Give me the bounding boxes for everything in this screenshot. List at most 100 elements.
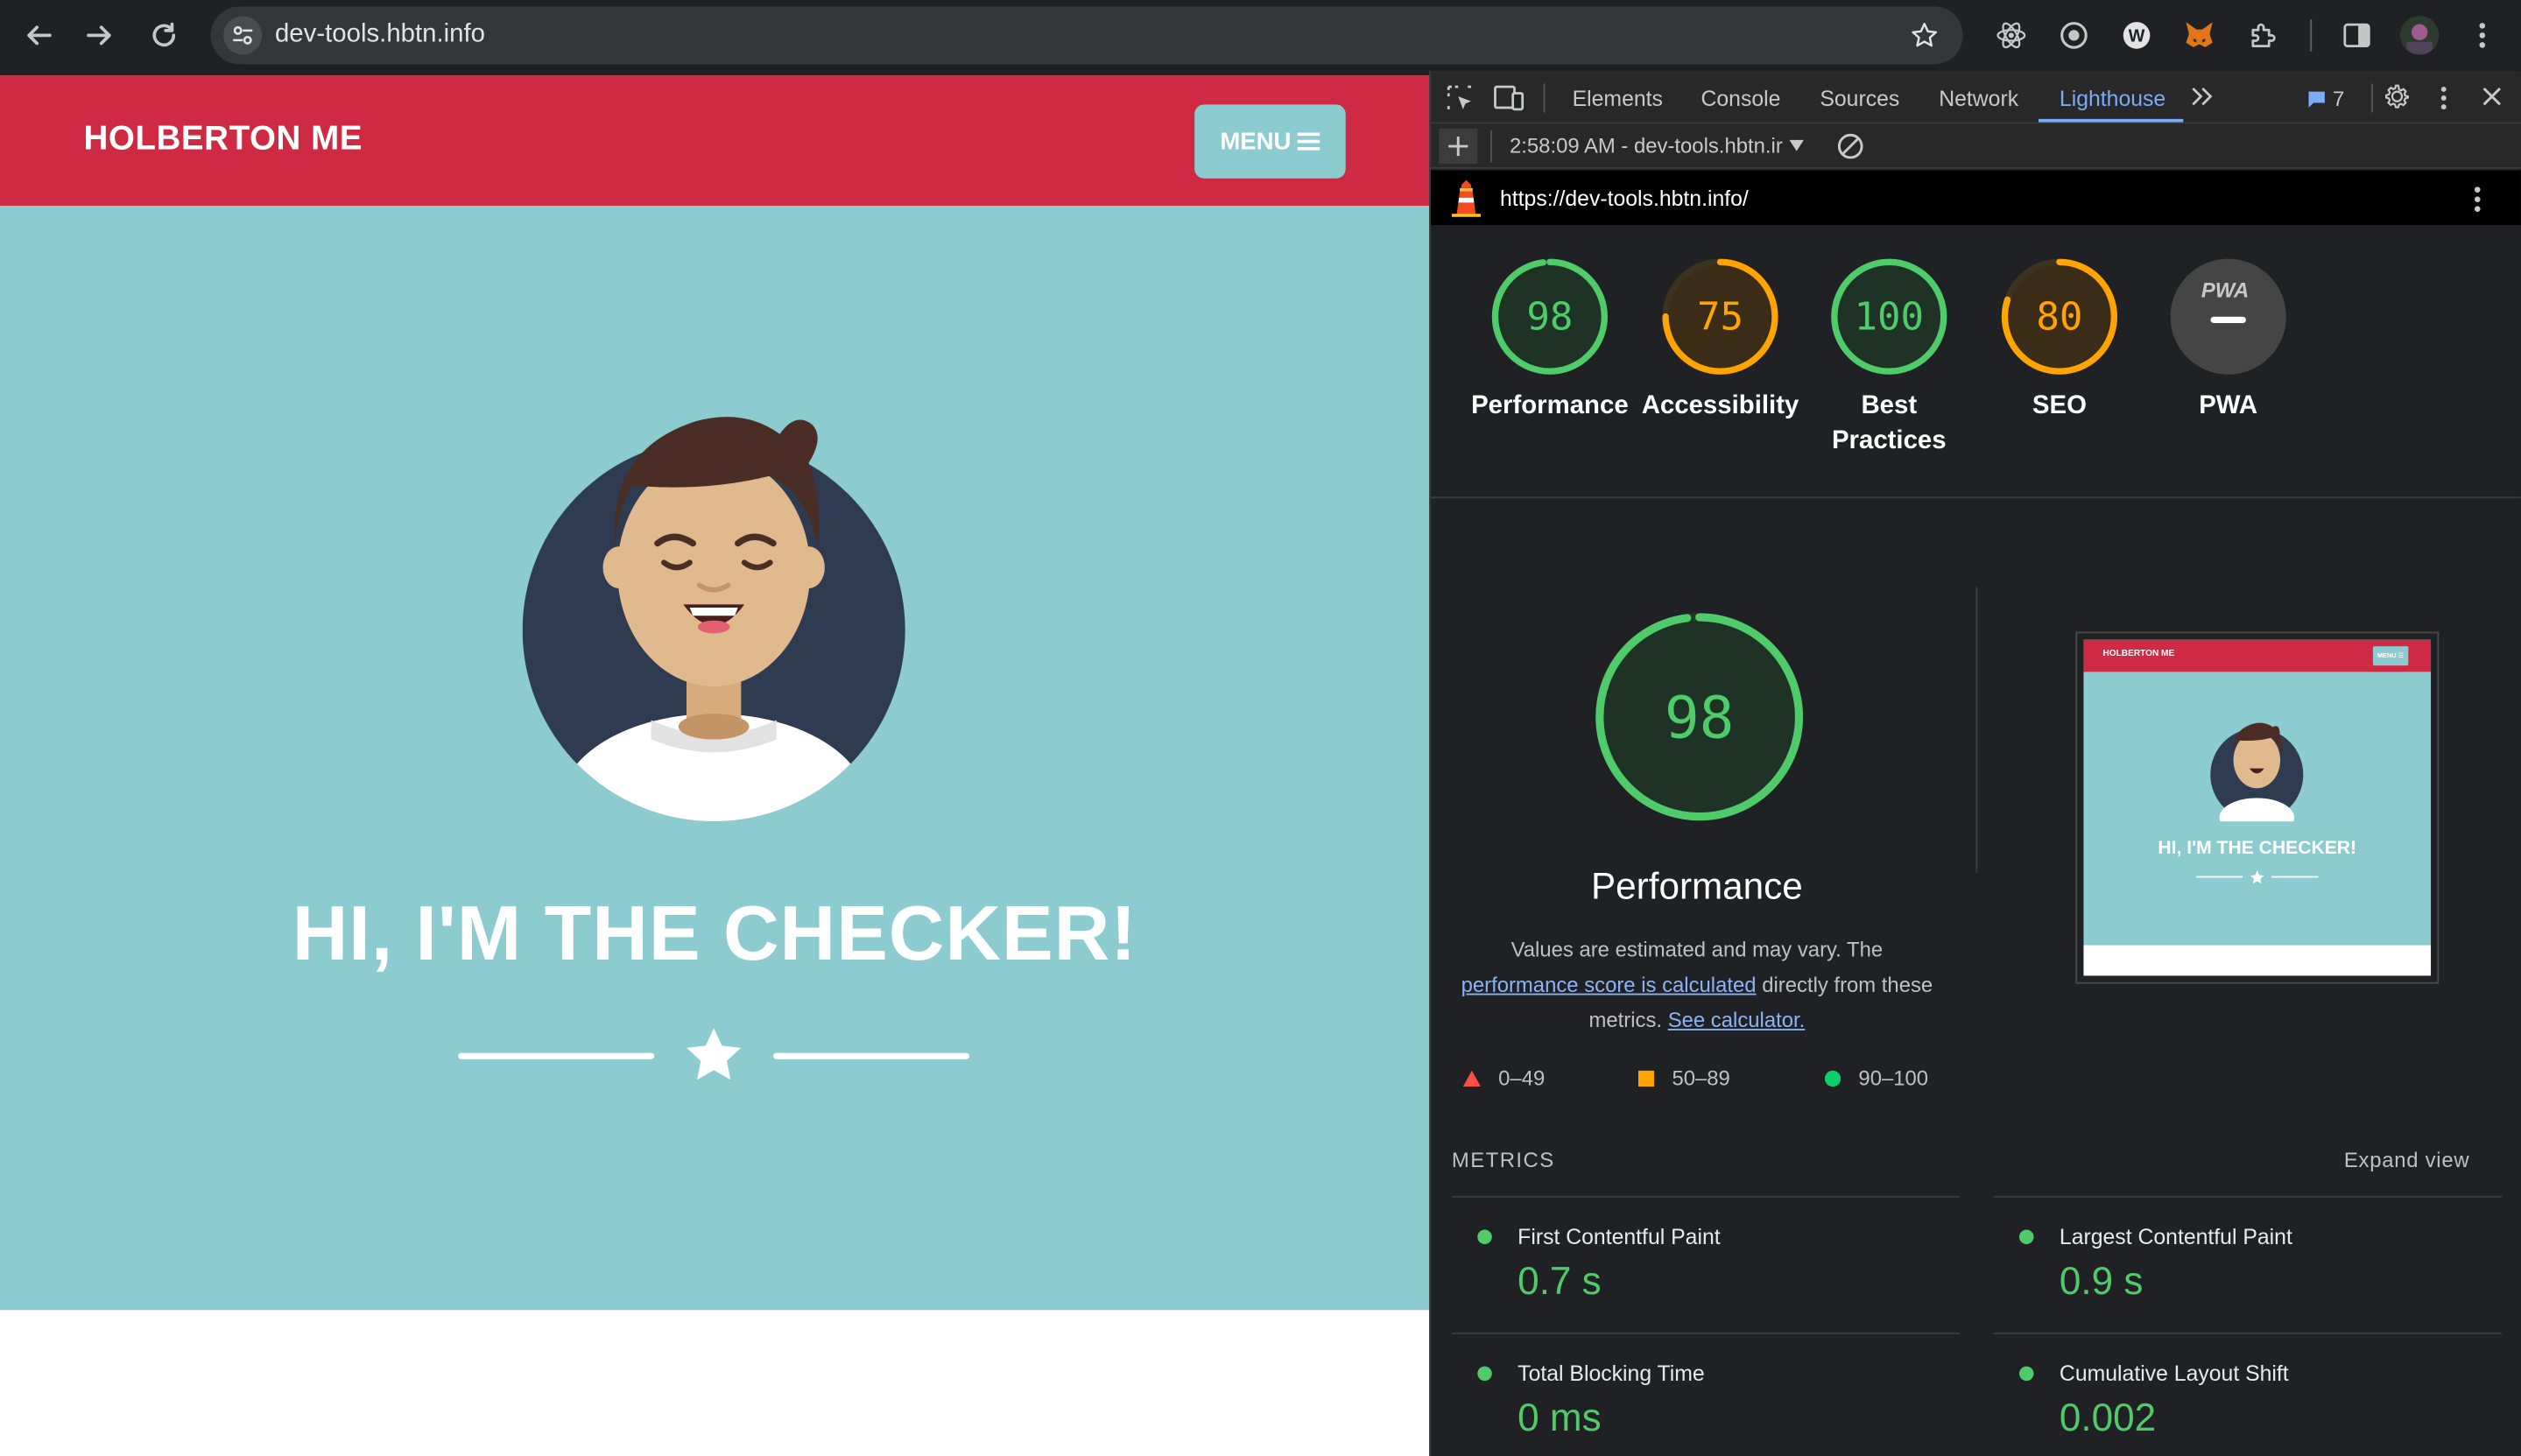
browser-toolbar: dev-tools.hbtn.info W xyxy=(0,0,2521,71)
square-icon xyxy=(1637,1069,1655,1087)
legend-pass: 90–100 xyxy=(1824,1066,1929,1090)
devtools-more-icon[interactable] xyxy=(2439,85,2448,119)
lighthouse-report: 98 Performance 75 Accessibility 100 Best Prac… xyxy=(1431,225,2521,1456)
metric-largest-contentful-paint: Largest Contentful Paint 0.9 s xyxy=(1994,1221,2502,1334)
tab-divider-2 xyxy=(2371,83,2373,113)
vertical-divider xyxy=(1975,587,1978,873)
hero-title: HI, I'M THE CHECKER! xyxy=(292,891,1137,978)
wappalyzer-icon[interactable]: W xyxy=(2117,16,2156,54)
gauge-best-practices[interactable]: 100 Best Practices xyxy=(1800,257,1977,467)
pwa-dash xyxy=(2210,316,2246,324)
divider-line-right xyxy=(773,1052,970,1059)
toolbar-divider xyxy=(2310,19,2313,52)
clear-reports-icon[interactable] xyxy=(1836,132,1865,169)
active-tab-indicator xyxy=(2039,118,2184,123)
lighthouse-logo-icon xyxy=(1451,179,1481,217)
gauge-pwa[interactable]: PWA PWA xyxy=(2140,257,2317,467)
devtools-tab-bar: Elements Console Sources Network Lightho… xyxy=(1431,70,2521,124)
score-calculated-link[interactable]: performance score is calculated xyxy=(1461,973,1757,997)
metrics-divider-right xyxy=(1993,1195,2502,1198)
avatar-illustration xyxy=(522,417,905,822)
site-header: HOLBERTON ME MENU xyxy=(0,75,1430,207)
gauge-ring: 98 xyxy=(1491,258,1608,375)
thumb-header: HOLBERTON ME MENU ☰ xyxy=(2083,639,2432,672)
gauge-accessibility[interactable]: 75 Accessibility xyxy=(1632,257,1809,467)
metric-first-contentful-paint: First Contentful Paint 0.7 s xyxy=(1452,1221,1960,1334)
see-calculator-link[interactable]: See calculator. xyxy=(1668,1008,1806,1032)
circle-icon xyxy=(1824,1069,1841,1087)
more-tabs-chevron-icon[interactable] xyxy=(2188,83,2214,117)
gauge-label: Best Practices xyxy=(1831,391,1947,455)
tab-divider xyxy=(1543,83,1546,113)
gauge-score: 80 xyxy=(2036,294,2082,339)
react-devtools-icon[interactable] xyxy=(1992,16,2031,54)
metrics-row-divider-left xyxy=(1451,1333,1961,1334)
new-report-plus-icon[interactable] xyxy=(1439,128,1478,165)
desc-prefix: Values are estimated and may vary. The xyxy=(1510,937,1884,961)
tab-elements[interactable]: Elements xyxy=(1573,87,1663,111)
profile-avatar[interactable] xyxy=(2400,16,2440,55)
hamburger-icon xyxy=(1297,132,1320,151)
metric-value: 0.7 s xyxy=(1518,1260,1602,1304)
gauge-ring: 80 xyxy=(2001,258,2118,375)
forward-icon[interactable] xyxy=(77,13,122,58)
side-panel-icon[interactable] xyxy=(2338,16,2377,54)
inspect-element-icon[interactable] xyxy=(1446,83,1475,120)
devtools-panel: Elements Console Sources Network Lightho… xyxy=(1429,70,2521,1456)
triangle-icon xyxy=(1462,1069,1481,1087)
metrics-divider-left xyxy=(1451,1195,1961,1198)
report-url: https://dev-tools.hbtn.info/ xyxy=(1499,186,1749,211)
hero-section: HI, I'M THE CHECKER! xyxy=(0,206,1430,1311)
menu-button[interactable]: MENU xyxy=(1194,104,1346,179)
metric-label: Cumulative Layout Shift xyxy=(2059,1361,2289,1386)
gauge-score: 75 xyxy=(1697,294,1743,339)
toolbar-divider xyxy=(1489,130,1492,163)
star-icon xyxy=(687,1028,742,1080)
metamask-fox-icon[interactable] xyxy=(2180,16,2219,54)
gauge-score: 98 xyxy=(1526,294,1573,339)
bookmark-star-icon[interactable] xyxy=(1905,16,1944,54)
section-divider xyxy=(1431,496,2521,499)
final-screenshot-thumbnail[interactable]: HOLBERTON ME MENU ☰ HI, I'M THE CHECKER! xyxy=(2075,631,2440,984)
site-info-icon[interactable] xyxy=(223,16,263,55)
site-brand[interactable]: HOLBERTON ME xyxy=(83,121,363,159)
tab-sources[interactable]: Sources xyxy=(1820,87,1899,111)
issues-counter[interactable]: 7 xyxy=(2307,87,2344,111)
thumb-star-icon xyxy=(2250,870,2264,884)
tab-console[interactable]: Console xyxy=(1701,87,1780,111)
more-vert-icon[interactable] xyxy=(2463,16,2502,54)
gauge-seo[interactable]: 80 SEO xyxy=(1971,257,2148,467)
tab-lighthouse[interactable]: Lighthouse xyxy=(2060,87,2165,111)
expand-view-toggle[interactable]: Expand view xyxy=(2344,1148,2469,1172)
gauge-label: PWA xyxy=(2199,391,2258,420)
gauge-label: Performance xyxy=(1471,391,1629,420)
close-devtools-icon[interactable] xyxy=(2481,85,2503,116)
gauge-ring: 75 xyxy=(1662,258,1778,375)
metric-status-dot xyxy=(1477,1229,1492,1245)
performance-description: Values are estimated and may vary. The p… xyxy=(1447,932,1947,1038)
thumb-title: HI, I'M THE CHECKER! xyxy=(2158,839,2357,859)
metric-total-blocking-time: Total Blocking Time 0 ms xyxy=(1452,1358,1960,1456)
thumb-brand: HOLBERTON ME xyxy=(2102,649,2175,659)
reload-icon[interactable] xyxy=(142,13,187,58)
metric-status-dot xyxy=(1477,1366,1492,1382)
report-selector[interactable]: 2:58:09 AM - dev-tools.hbtn.ir xyxy=(1510,133,1804,158)
device-toolbar-icon[interactable] xyxy=(1494,83,1526,120)
tab-network[interactable]: Network xyxy=(1939,87,2018,111)
back-icon[interactable] xyxy=(16,13,60,58)
metric-label: First Contentful Paint xyxy=(1518,1225,1721,1249)
gauge-label: SEO xyxy=(2032,391,2087,420)
report-menu-icon[interactable] xyxy=(2473,185,2482,222)
gauge-performance[interactable]: 98 Performance xyxy=(1461,257,1638,467)
gauge-label: Accessibility xyxy=(1641,391,1799,420)
target-extension-icon[interactable] xyxy=(2054,16,2093,54)
settings-gear-icon[interactable] xyxy=(2383,82,2412,119)
desc-mid: directly from these xyxy=(1762,972,1933,997)
address-bar[interactable]: dev-tools.hbtn.info xyxy=(210,6,1963,65)
legend-pass-range: 90–100 xyxy=(1858,1066,1929,1090)
url-text[interactable]: dev-tools.hbtn.info xyxy=(275,21,485,50)
divider-line-left xyxy=(458,1052,655,1059)
metric-label: Total Blocking Time xyxy=(1518,1361,1705,1386)
pwa-badge-icon: PWA xyxy=(2201,279,2249,303)
extensions-puzzle-icon[interactable] xyxy=(2244,16,2283,54)
